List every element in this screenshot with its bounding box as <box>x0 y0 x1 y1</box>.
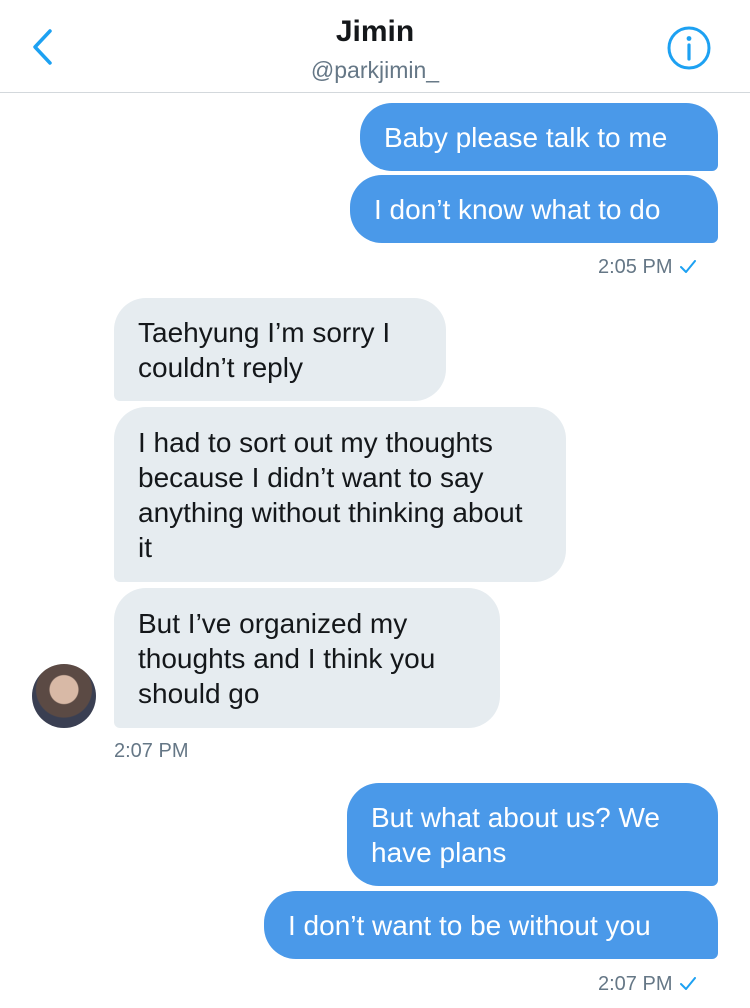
message-bubble-outgoing[interactable]: I don’t want to be without you <box>264 891 718 959</box>
message-timestamp: 2:07 PM <box>598 972 697 996</box>
message-text: But what about us? We have plans <box>371 801 660 868</box>
message-bubble-incoming[interactable]: Taehyung I’m sorry I couldn’t reply <box>114 298 446 401</box>
message-text: Baby please talk to me <box>384 121 668 153</box>
info-button[interactable] <box>666 25 712 71</box>
message-timestamp: 2:07 PM <box>114 740 189 762</box>
contact-avatar[interactable] <box>32 664 96 728</box>
message-bubble-outgoing[interactable]: But what about us? We have plans <box>347 783 718 886</box>
message-text: I don’t want to be without you <box>288 909 651 941</box>
message-text: But I’ve organized my thoughts and I thi… <box>138 607 436 709</box>
message-bubble-incoming[interactable]: But I’ve organized my thoughts and I thi… <box>114 588 500 728</box>
message-timestamp: 2:05 PM <box>598 255 697 279</box>
info-icon <box>667 26 711 70</box>
message-bubble-incoming[interactable]: I had to sort out my thoughts because I … <box>114 407 566 582</box>
message-bubble-outgoing[interactable]: Baby please talk to me <box>360 103 718 171</box>
conversation-header: Jimin @parkjimin_ <box>0 0 750 93</box>
message-text: I had to sort out my thoughts because I … <box>138 426 523 563</box>
message-text: Taehyung I’m sorry I couldn’t reply <box>138 316 391 383</box>
checkmark-icon <box>680 260 697 273</box>
message-bubble-outgoing[interactable]: I don’t know what to do <box>350 175 718 243</box>
message-text: I don’t know what to do <box>374 193 661 225</box>
checkmark-icon <box>680 977 697 990</box>
contact-handle[interactable]: @parkjimin_ <box>0 56 750 84</box>
contact-name[interactable]: Jimin <box>0 14 750 50</box>
